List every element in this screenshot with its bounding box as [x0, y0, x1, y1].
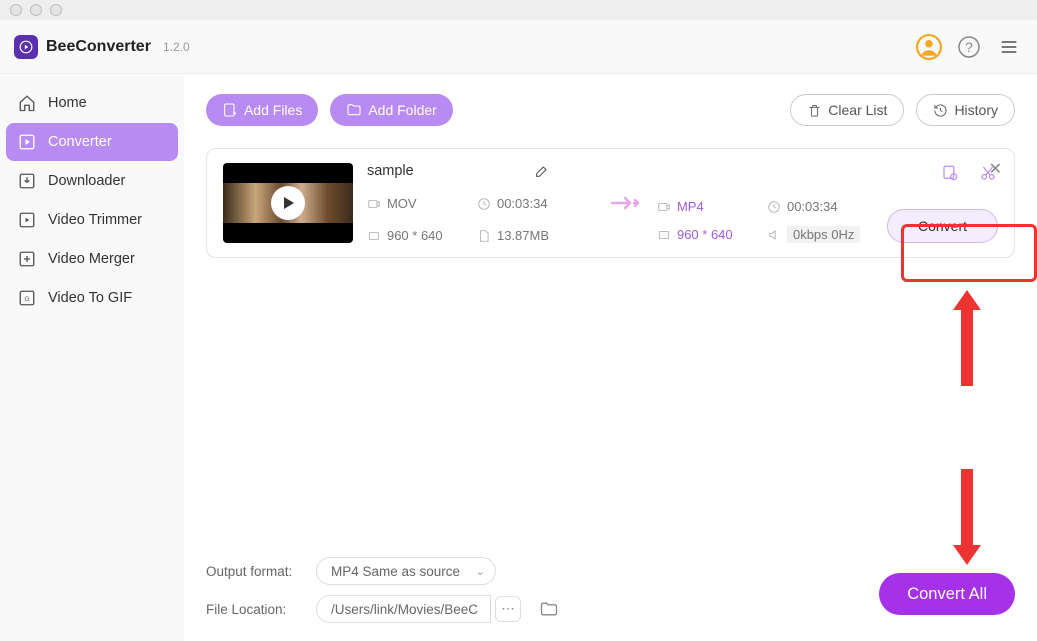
settings-icon[interactable] — [940, 163, 960, 183]
sidebar-item-converter[interactable]: Converter — [6, 123, 178, 161]
sidebar-item-label: Video Merger — [48, 251, 135, 267]
audio-icon — [767, 228, 781, 242]
dst-format[interactable]: MP4 — [677, 199, 704, 214]
dst-audio: 0kbps 0Hz — [787, 226, 860, 243]
video-icon — [367, 197, 381, 211]
src-size: 13.87MB — [497, 228, 549, 243]
sidebar-item-label: Video Trimmer — [48, 212, 142, 228]
toolbar: Add Files Add Folder Clear List History — [206, 94, 1015, 126]
src-resolution: 960 * 640 — [387, 228, 443, 243]
output-format-label: Output format: — [206, 564, 306, 579]
trash-icon — [807, 103, 822, 118]
sidebar-item-label: Home — [48, 95, 87, 111]
file-name: sample — [367, 163, 414, 179]
src-duration: 00:03:34 — [497, 196, 548, 211]
resolution-icon — [367, 229, 381, 243]
clock-icon — [477, 197, 491, 211]
output-format-select[interactable]: MP4 Same as source ⌄ — [316, 557, 496, 585]
chevron-down-icon: ⌄ — [476, 565, 485, 578]
dst-resolution[interactable]: 960 * 640 — [677, 227, 733, 242]
sidebar-item-label: Video To GIF — [48, 290, 132, 306]
file-card: ✕ sample MOV 00:03:34 960 * 640 13.87MB — [206, 148, 1015, 258]
trimmer-icon — [18, 211, 36, 229]
sidebar-item-home[interactable]: Home — [6, 84, 178, 122]
gif-icon: G — [18, 289, 36, 307]
converter-icon — [18, 133, 36, 151]
annotation-arrow-icon — [947, 469, 987, 569]
main-panel: Add Files Add Folder Clear List History … — [184, 74, 1037, 641]
clock-icon — [767, 200, 781, 214]
remove-item-icon[interactable]: ✕ — [989, 159, 1002, 179]
file-location-label: File Location: — [206, 602, 306, 617]
top-bar: BeeConverter 1.2.0 ? — [0, 20, 1037, 74]
svg-text:?: ? — [965, 39, 973, 55]
add-folder-icon — [346, 102, 362, 118]
sidebar-item-label: Downloader — [48, 173, 125, 189]
annotation-arrow-icon — [947, 286, 987, 386]
add-folder-button[interactable]: Add Folder — [330, 94, 452, 126]
app-name: BeeConverter — [46, 38, 151, 56]
close-window-dot[interactable] — [10, 4, 22, 16]
maximize-window-dot[interactable] — [50, 4, 62, 16]
sidebar-item-trimmer[interactable]: Video Trimmer — [6, 201, 178, 239]
video-thumbnail[interactable] — [223, 163, 353, 243]
convert-all-button[interactable]: Convert All — [879, 573, 1015, 615]
rename-icon[interactable] — [534, 163, 550, 179]
file-icon — [477, 229, 491, 243]
history-icon — [933, 103, 948, 118]
sidebar-item-merger[interactable]: Video Merger — [6, 240, 178, 278]
svg-text:G: G — [24, 296, 29, 303]
src-format: MOV — [387, 196, 417, 211]
video-icon — [657, 200, 671, 214]
arrow-separator — [597, 163, 657, 243]
account-icon[interactable] — [915, 33, 943, 61]
clear-list-button[interactable]: Clear List — [790, 94, 904, 126]
menu-icon[interactable] — [995, 33, 1023, 61]
home-icon — [18, 94, 36, 112]
sidebar-item-label: Converter — [48, 134, 112, 150]
dst-duration: 00:03:34 — [787, 199, 838, 214]
sidebar-item-downloader[interactable]: Downloader — [6, 162, 178, 200]
add-files-button[interactable]: Add Files — [206, 94, 318, 126]
download-icon — [18, 172, 36, 190]
file-location-field[interactable]: /Users/link/Movies/BeeC — [316, 595, 491, 623]
sidebar: Home Converter Downloader Video Trimmer … — [0, 74, 184, 641]
resolution-icon — [657, 228, 671, 242]
help-icon[interactable]: ? — [955, 33, 983, 61]
window-titlebar — [0, 0, 1037, 20]
convert-button[interactable]: Convert — [887, 209, 998, 243]
minimize-window-dot[interactable] — [30, 4, 42, 16]
history-button[interactable]: History — [916, 94, 1015, 126]
open-folder-icon[interactable] — [539, 599, 559, 619]
app-logo-icon — [14, 35, 38, 59]
merger-icon — [18, 250, 36, 268]
sidebar-item-gif[interactable]: G Video To GIF — [6, 279, 178, 317]
app-version: 1.2.0 — [163, 40, 190, 54]
play-icon — [271, 186, 305, 220]
add-files-icon — [222, 102, 238, 118]
browse-location-button[interactable]: ⋯ — [495, 596, 521, 622]
